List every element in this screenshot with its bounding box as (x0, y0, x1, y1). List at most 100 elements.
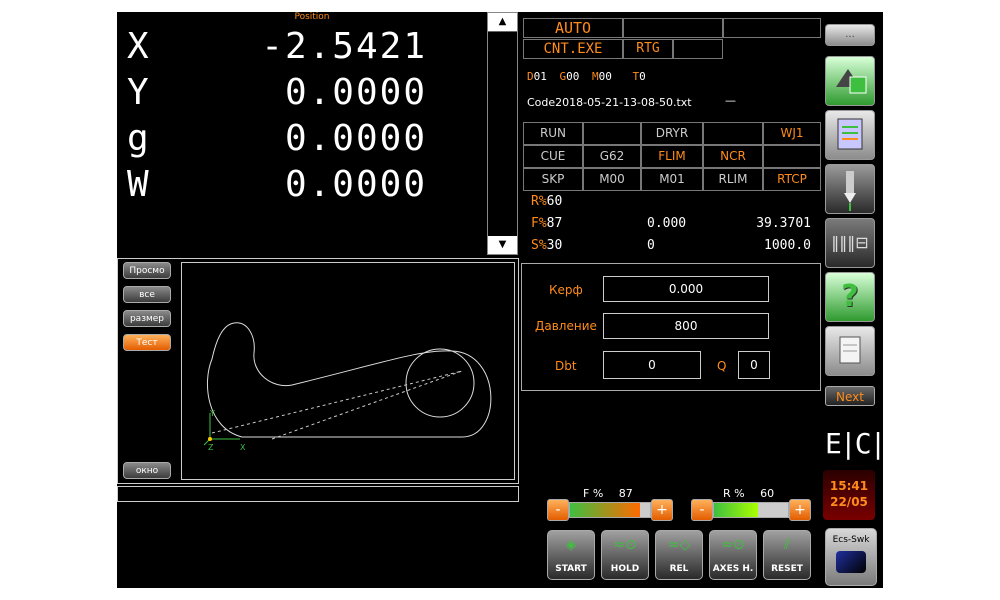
spindle-actual: 0 (647, 238, 655, 253)
flag-cell-0-4: WJ1 (763, 122, 821, 145)
override-f-label: F% (531, 216, 547, 231)
exec-cell: CNT.EXE (523, 39, 623, 59)
axis-w-value: 0.0000 (284, 164, 427, 205)
axis-w-letter: W (127, 164, 149, 205)
kerf-field[interactable]: 0.000 (603, 276, 769, 302)
toolpath-drawing (203, 322, 492, 446)
start-button[interactable]: ◈ START (547, 530, 595, 580)
clock-date: 22/05 (830, 495, 868, 509)
toolpath-canvas[interactable]: Y X Z (181, 262, 515, 480)
program-file-dash: — (725, 94, 736, 107)
origin-marker (208, 437, 212, 441)
hold-button[interactable]: ≈⊙ HOLD (601, 530, 649, 580)
ecs-logo: E|C|S (825, 427, 883, 460)
pressure-field[interactable]: 800 (603, 313, 769, 339)
rapid-minus-button[interactable]: - (691, 499, 713, 521)
cutting-head-button[interactable] (825, 164, 875, 214)
scroll-up-icon[interactable]: ▲ (488, 13, 517, 31)
size-button[interactable]: размер (123, 310, 171, 327)
flag-cell-1-0: CUE (523, 145, 583, 168)
override-r: R%60 (531, 194, 562, 209)
rapid-label-text: R % (723, 487, 745, 500)
m-prefix: M (592, 70, 599, 83)
kerf-label: Керф (549, 283, 583, 297)
all-button[interactable]: все (123, 286, 171, 303)
spindle-programmed: 1000.0 (764, 238, 811, 253)
axes-home-label: AXES H. (712, 564, 754, 574)
q-field[interactable]: 0 (738, 351, 770, 379)
program-file: Code2018-05-21-13-08-50.txt (527, 96, 692, 109)
flag-cell-1-3: NCR (703, 145, 763, 168)
override-f-value: 87 (546, 216, 563, 231)
feed-value-text: 87 (618, 487, 633, 500)
axes-home-button[interactable]: ≈⊙ AXES H. (709, 530, 757, 580)
release-button[interactable]: ≈◇ REL (655, 530, 703, 580)
shapes-button[interactable] (825, 56, 875, 106)
program-list-icon (837, 118, 863, 150)
next-button[interactable]: Next (825, 386, 875, 406)
axis-label-y: Y (210, 409, 215, 418)
window-button[interactable]: окно (123, 462, 171, 479)
scroll-track[interactable] (488, 31, 517, 238)
feed-minus-button[interactable]: - (547, 499, 569, 521)
toolpath-hole (405, 348, 475, 418)
lead-line-2 (271, 370, 463, 440)
preview-button[interactable]: Просмо (123, 262, 171, 279)
start-label: START (555, 564, 587, 574)
start-icon: ◈ (565, 537, 577, 553)
release-label: REL (669, 564, 689, 574)
feed-bar-label: F % 87 (583, 487, 633, 500)
feed-actual: 0.000 (647, 216, 687, 231)
reset-button[interactable]: ⫽ RESET (763, 530, 811, 580)
axis-label-z: Z (208, 443, 214, 452)
dbt-field[interactable]: 0 (603, 351, 701, 379)
program-list-button[interactable] (825, 110, 875, 160)
document-icon (839, 336, 861, 364)
menu-button[interactable]: ... (825, 24, 875, 46)
override-s: S%30 (531, 238, 562, 253)
feed-plus-button[interactable]: + (651, 499, 673, 521)
feed-bar[interactable] (569, 502, 651, 518)
axis-y-value: 0.0000 (284, 72, 427, 113)
hold-icon: ≈⊙ (613, 537, 637, 553)
rtg-cell: RTG (623, 39, 673, 59)
shapes-icon (836, 69, 867, 94)
rapid-plus-button[interactable]: + (789, 499, 811, 521)
cnc-screen: Position X -2.5421 Y 0.0000 g 0.0000 W 0… (117, 12, 883, 588)
override-s-label: S% (531, 238, 547, 253)
exec-cell-empty (673, 39, 723, 59)
flag-cell-0-3 (703, 122, 763, 145)
override-r-label: R% (531, 194, 547, 209)
tools-icon: ‖‖‖⊟ (831, 233, 869, 252)
pressure-label: Давление (535, 319, 597, 333)
test-button[interactable]: Тест (123, 334, 171, 351)
override-s-value: 30 (546, 238, 563, 253)
feed-label-text: F % (583, 487, 604, 500)
axes-home-icon: ≈⊙ (721, 537, 745, 553)
rapid-bar[interactable] (713, 502, 789, 518)
d-code: 01 (533, 70, 547, 83)
help-button[interactable]: ? (825, 272, 875, 322)
ecs-swk-button[interactable]: Ecs-Swk (825, 528, 877, 586)
axis-y-letter: Y (127, 72, 149, 113)
hold-label: HOLD (610, 564, 640, 574)
scroll-down-icon[interactable]: ▼ (488, 236, 517, 254)
q-label: Q (717, 359, 727, 373)
position-title: Position (294, 12, 330, 22)
reset-icon: ⫽ (783, 537, 791, 553)
flag-cell-2-3: RLIM (703, 168, 763, 191)
override-r-value: 60 (546, 194, 563, 209)
clock-time: 15:41 (829, 479, 869, 493)
tools-button[interactable]: ‖‖‖⊟ (825, 218, 875, 268)
lead-line-1 (211, 370, 463, 434)
toolpath-contour (206, 322, 492, 438)
flag-cell-1-4 (763, 145, 821, 168)
flag-cell-2-1: M00 (583, 168, 641, 191)
document-button[interactable] (825, 326, 875, 376)
mode-cell-empty-2 (723, 18, 821, 38)
ecs-swk-icon (836, 551, 866, 573)
simulation-status-bar (117, 486, 519, 502)
position-scrollbar[interactable]: ▲ ▼ (487, 12, 518, 255)
rapid-bar-fill (714, 503, 759, 517)
flag-cell-0-1 (583, 122, 641, 145)
